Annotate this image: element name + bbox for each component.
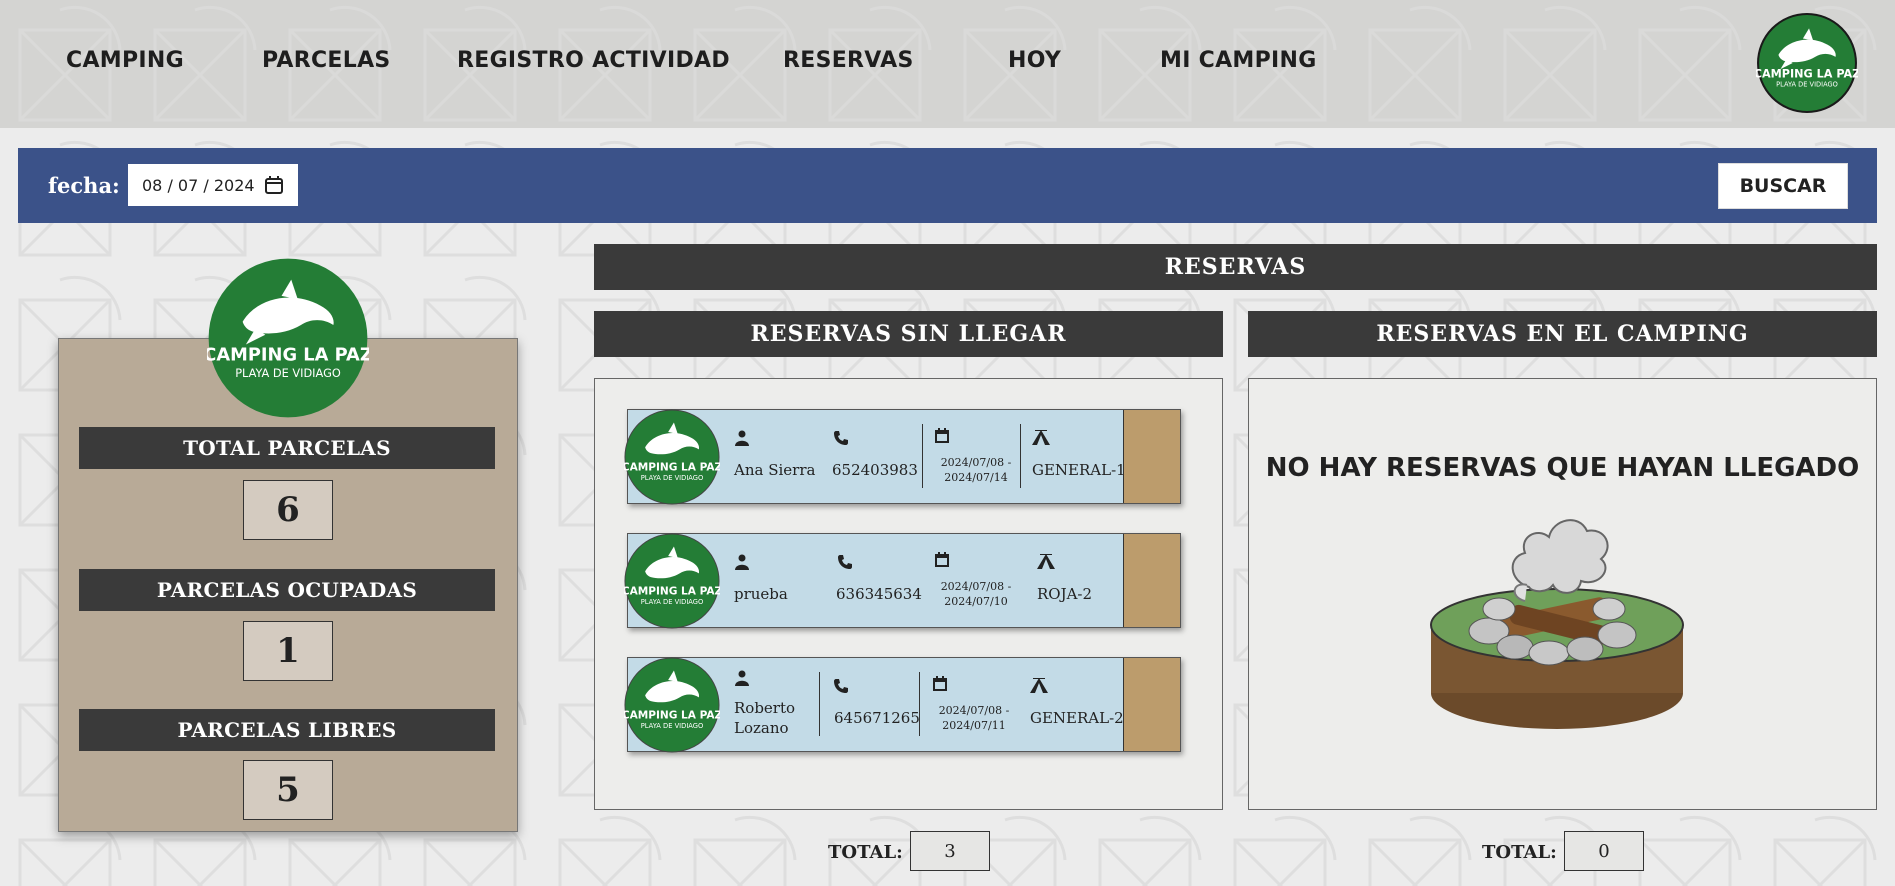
calendar-icon <box>935 552 949 567</box>
plot-name: GENERAL-1 <box>1032 461 1126 479</box>
total-plots-header: TOTAL PARCELAS <box>79 427 495 469</box>
phone-icon <box>834 431 848 445</box>
logo-text-subtitle: PLAYA DE VIDIAGO <box>641 474 704 482</box>
logo-text-name: CAMPING LA PAZ <box>207 345 369 366</box>
reservation-dates: 2024/07/08 - 2024/07/10 <box>928 579 1024 609</box>
pending-reservations-title: RESERVAS SIN LLEGAR <box>594 311 1223 357</box>
logo-text-name: CAMPING LA PAZ <box>624 585 720 597</box>
guest-phone: 636345634 <box>836 585 922 603</box>
card-divider <box>922 424 923 488</box>
calendar-icon <box>935 428 949 443</box>
card-status-strip <box>1123 410 1180 503</box>
phone-icon <box>838 555 852 569</box>
tent-icon <box>1032 430 1050 445</box>
nav-link-camping[interactable]: CAMPING <box>66 48 184 73</box>
campfire-icon <box>1430 519 1684 729</box>
logo-text-name: CAMPING LA PAZ <box>1756 67 1858 80</box>
empty-state-message: NO HAY RESERVAS QUE HAYAN LLEGADO <box>1265 453 1860 483</box>
tent-icon <box>1037 554 1055 569</box>
in-camp-reservations-title: RESERVAS EN EL CAMPING <box>1248 311 1877 357</box>
in-camp-total-label: TOTAL: <box>1482 842 1557 863</box>
logo-text-subtitle: PLAYA DE VIDIAGO <box>1776 80 1838 88</box>
nav-link-mi-camping[interactable]: MI CAMPING <box>1160 48 1317 73</box>
guest-phone: 652403983 <box>832 461 918 479</box>
pending-total-value: 3 <box>910 831 990 871</box>
guest-name: Ana Sierra <box>734 461 816 479</box>
camping-logo-icon[interactable]: CAMPING LA PAZ PLAYA DE VIDIAGO <box>1756 12 1858 114</box>
phone-icon <box>834 679 848 693</box>
free-plots-header: PARCELAS LIBRES <box>79 709 495 751</box>
camping-logo-icon: CAMPING LA PAZ PLAYA DE VIDIAGO <box>624 657 720 753</box>
camping-logo-icon: CAMPING LA PAZ PLAYA DE VIDIAGO <box>207 258 369 418</box>
nav-link-hoy[interactable]: HOY <box>1008 48 1061 73</box>
camping-logo-icon: CAMPING LA PAZ PLAYA DE VIDIAGO <box>624 533 720 629</box>
nav-link-registro-actividad[interactable]: REGISTRO ACTIVIDAD <box>457 48 730 73</box>
logo-text-subtitle: PLAYA DE VIDIAGO <box>235 366 341 380</box>
occupied-plots-header: PARCELAS OCUPADAS <box>79 569 495 611</box>
date-label: fecha: <box>48 173 120 198</box>
date-search-bar: fecha: 08 / 07 / 2024 BUSCAR <box>18 148 1877 223</box>
date-input-value: 08 / 07 / 2024 <box>142 175 255 195</box>
top-navigation: CAMPING PARCELAS REGISTRO ACTIVIDAD RESE… <box>0 0 1895 128</box>
total-plots-value: 6 <box>243 480 333 540</box>
reservation-dates: 2024/07/08 - 2024/07/11 <box>926 703 1022 733</box>
in-camp-total-value: 0 <box>1564 831 1644 871</box>
card-divider <box>1020 424 1021 488</box>
plot-name: GENERAL-2 <box>1030 709 1124 727</box>
occupied-plots-value: 1 <box>243 621 333 681</box>
guest-name-line-2: Lozano <box>734 719 789 737</box>
calendar-icon[interactable] <box>264 175 284 195</box>
nav-link-parcelas[interactable]: PARCELAS <box>262 48 391 73</box>
logo-text-subtitle: PLAYA DE VIDIAGO <box>641 598 704 606</box>
date-to: 2024/07/14 <box>944 471 1008 484</box>
reservation-card[interactable]: CAMPING LA PAZ PLAYA DE VIDIAGO prueba 6… <box>624 533 1181 629</box>
user-icon <box>735 670 749 686</box>
pending-reservations-list: CAMPING LA PAZ PLAYA DE VIDIAGO Ana Sier… <box>594 378 1223 810</box>
date-from: 2024/07/08 - <box>938 704 1010 717</box>
date-from: 2024/07/08 - <box>940 580 1012 593</box>
reservation-card[interactable]: CAMPING LA PAZ PLAYA DE VIDIAGO Roberto … <box>624 657 1181 753</box>
tent-icon <box>1030 678 1048 693</box>
plot-name: ROJA-2 <box>1037 585 1093 603</box>
date-to: 2024/07/11 <box>942 719 1006 732</box>
date-from: 2024/07/08 - <box>940 456 1012 469</box>
card-divider <box>919 672 920 736</box>
camping-logo-icon: CAMPING LA PAZ PLAYA DE VIDIAGO <box>624 409 720 505</box>
reservation-dates: 2024/07/08 - 2024/07/14 <box>928 455 1024 485</box>
card-divider <box>819 672 820 736</box>
date-to: 2024/07/10 <box>944 595 1008 608</box>
logo-text-subtitle: PLAYA DE VIDIAGO <box>641 722 704 730</box>
logo-text-name: CAMPING LA PAZ <box>624 709 720 721</box>
user-icon <box>735 554 749 570</box>
reservations-title: RESERVAS <box>594 244 1877 290</box>
reservation-card[interactable]: CAMPING LA PAZ PLAYA DE VIDIAGO Ana Sier… <box>624 409 1181 505</box>
card-status-strip <box>1123 658 1180 751</box>
guest-name-line-1: Roberto <box>734 699 796 717</box>
date-input[interactable]: 08 / 07 / 2024 <box>128 164 298 206</box>
logo-text-name: CAMPING LA PAZ <box>624 461 720 473</box>
search-button[interactable]: BUSCAR <box>1718 163 1848 209</box>
nav-link-reservas[interactable]: RESERVAS <box>783 48 914 73</box>
in-camp-reservations-list: NO HAY RESERVAS QUE HAYAN LLEGADO <box>1248 378 1877 810</box>
guest-name: prueba <box>734 585 788 603</box>
guest-phone: 645671265 <box>834 709 920 727</box>
calendar-icon <box>933 676 947 691</box>
free-plots-value: 5 <box>243 760 333 820</box>
user-icon <box>735 430 749 446</box>
card-status-strip <box>1123 534 1180 627</box>
pending-total-label: TOTAL: <box>828 842 903 863</box>
